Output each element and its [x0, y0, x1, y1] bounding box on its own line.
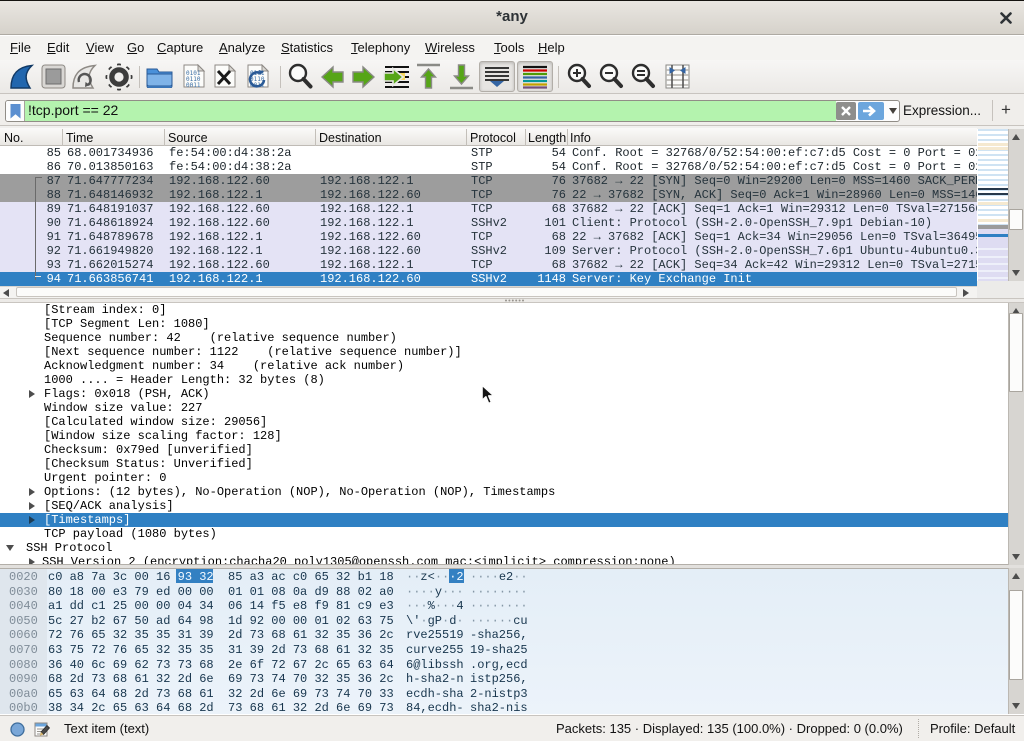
- svg-text:0011: 0011: [186, 82, 201, 89]
